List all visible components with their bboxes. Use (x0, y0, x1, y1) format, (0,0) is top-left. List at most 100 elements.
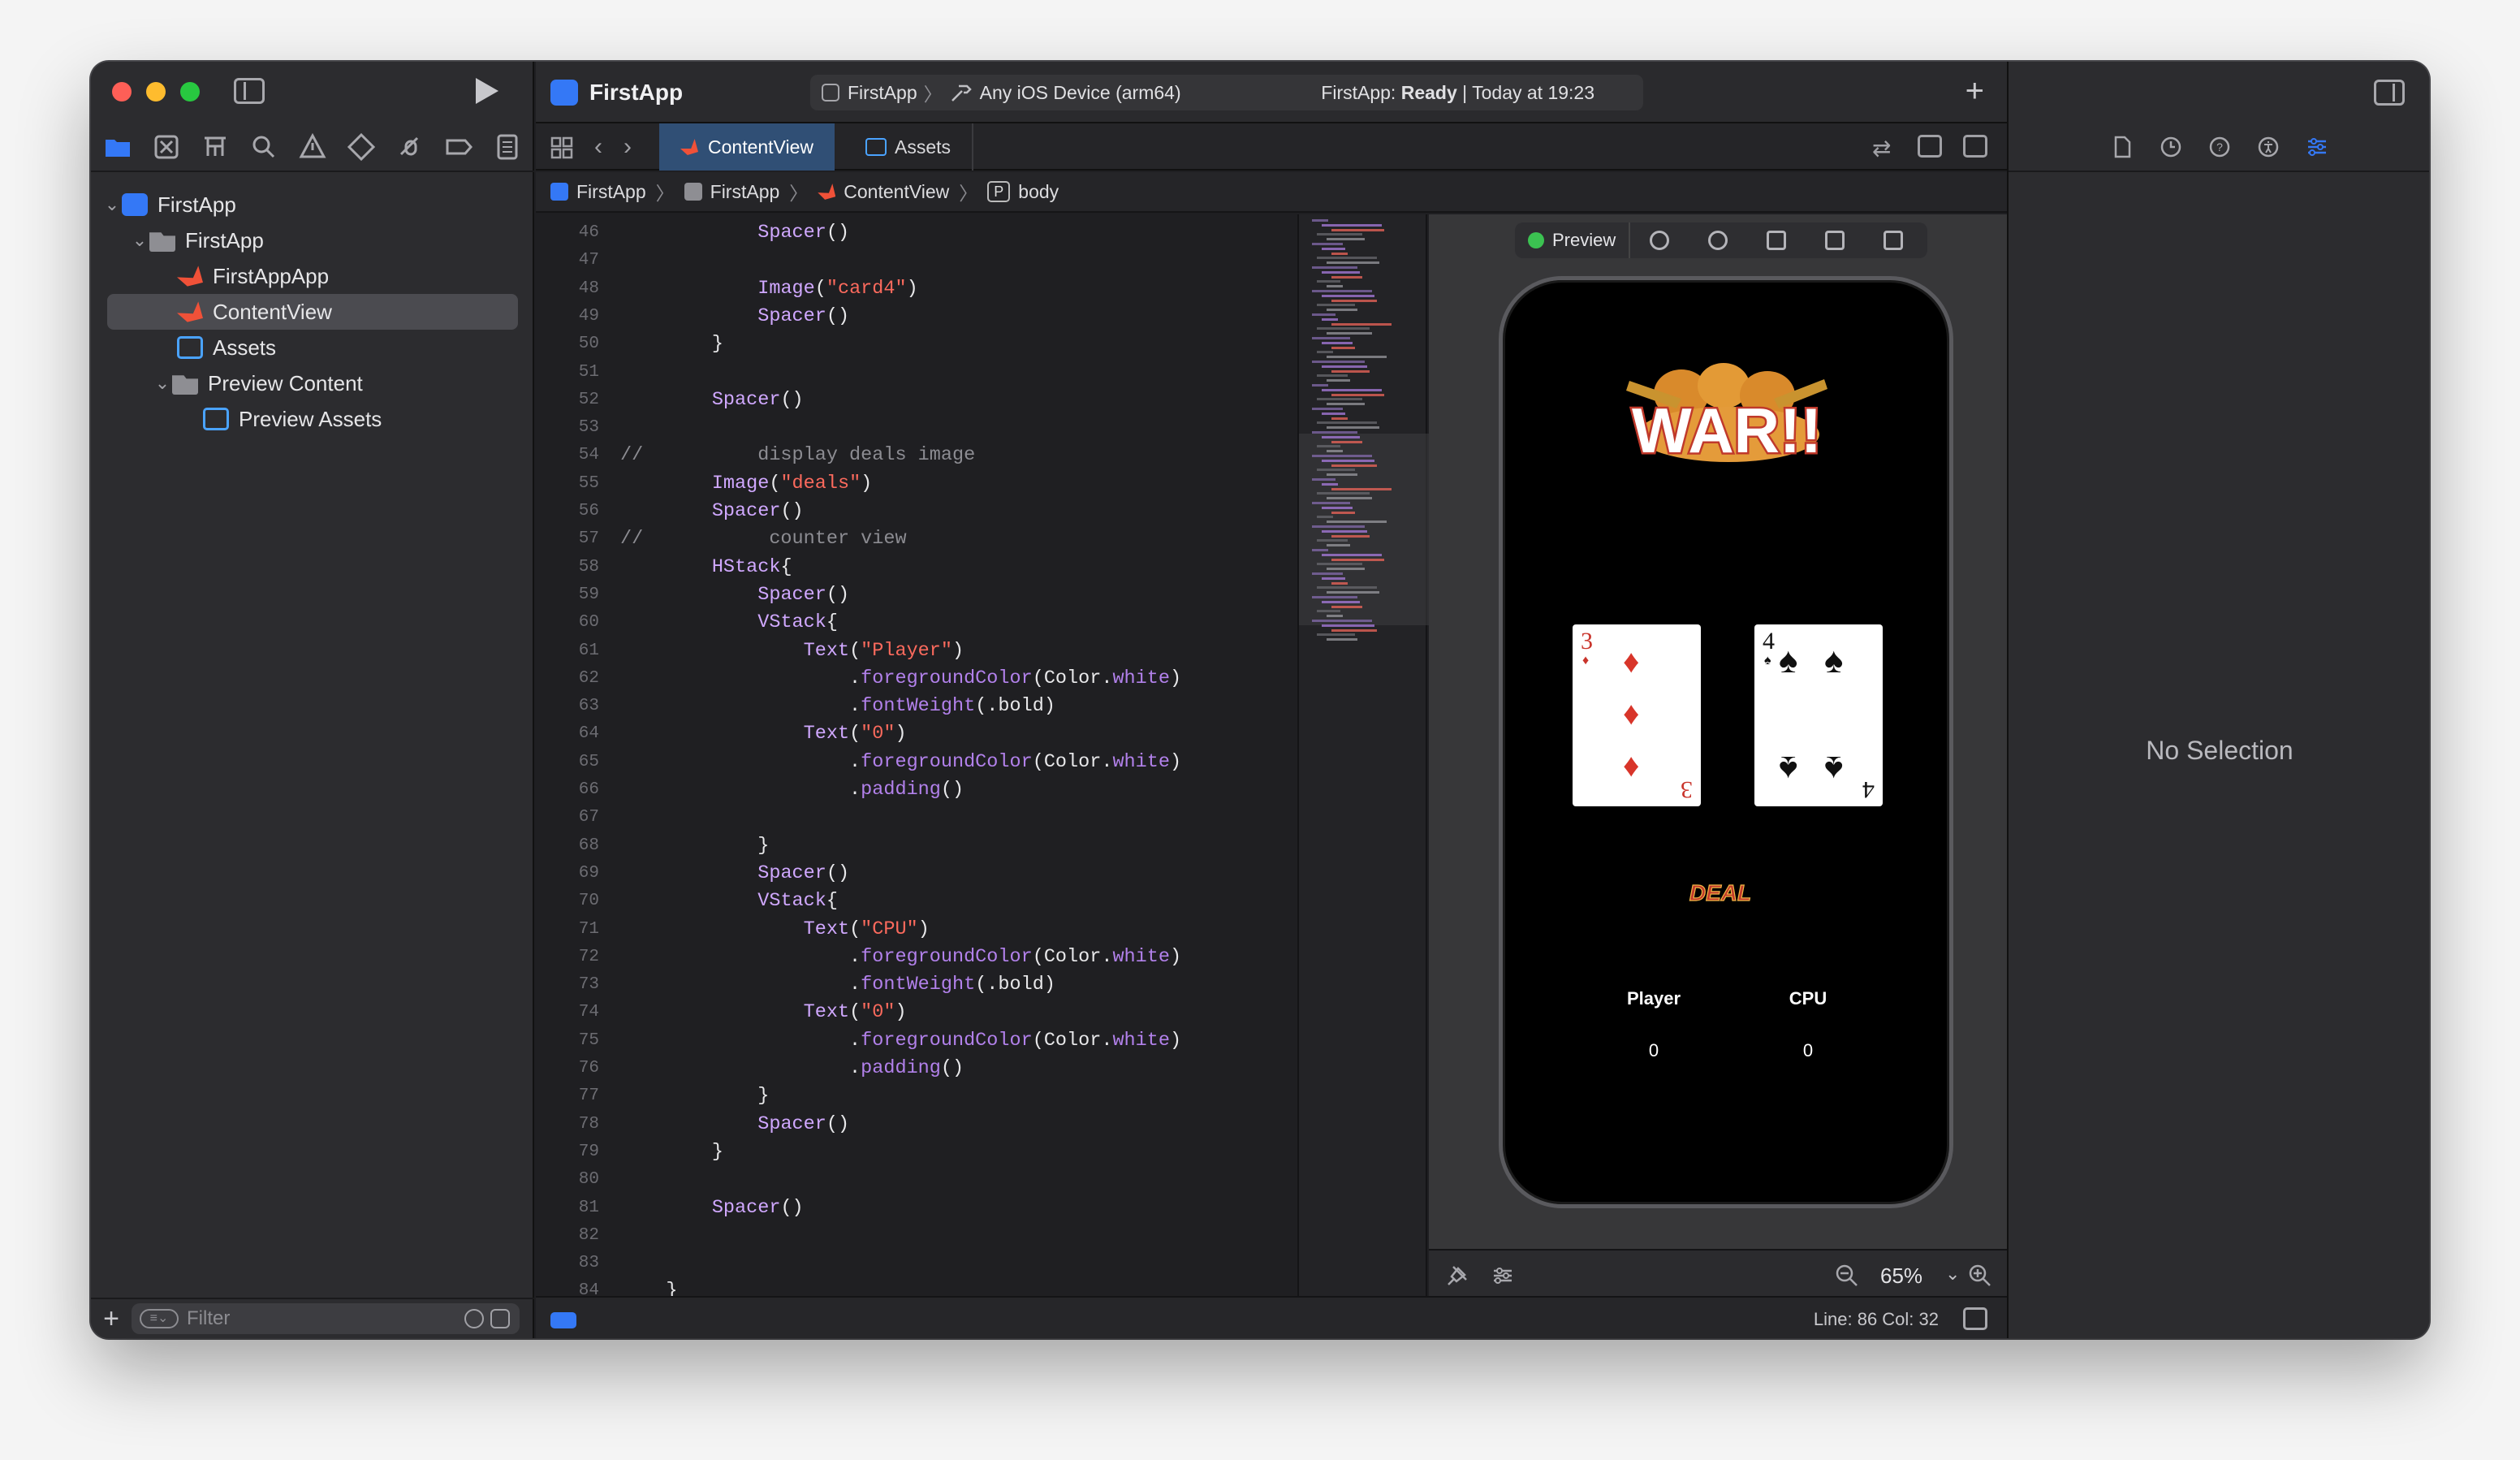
minimize-window-button[interactable] (146, 82, 166, 102)
chevron-down-icon[interactable]: ⌄ (130, 230, 149, 251)
code-line[interactable]: 54 // display deals image (536, 442, 1296, 469)
code-line[interactable]: 70 VStack{ (536, 888, 1296, 915)
code-line[interactable]: 75 .foregroundColor(Color.white) (536, 1027, 1296, 1055)
zoom-out-icon[interactable] (1835, 1263, 1859, 1288)
breakpoint-icon[interactable] (443, 132, 474, 162)
close-window-button[interactable] (112, 82, 132, 102)
debug-area-indicator[interactable] (550, 1312, 576, 1328)
code-line[interactable]: 77 } (536, 1082, 1296, 1110)
tab-contentview[interactable]: ContentView (659, 123, 835, 171)
debug-icon[interactable] (395, 132, 425, 162)
code-line[interactable]: 48 Image("card4") (536, 275, 1296, 303)
pin-icon[interactable] (1445, 1263, 1469, 1288)
code-line[interactable]: 80 (536, 1166, 1296, 1194)
code-line[interactable]: 81 Spacer() (536, 1194, 1296, 1222)
file-inspector-icon[interactable] (2110, 135, 2134, 159)
attributes-inspector-icon[interactable] (2305, 135, 2329, 159)
issue-warning-icon[interactable] (297, 132, 328, 162)
tree-item-project[interactable]: ⌄ FirstApp (91, 187, 534, 222)
zoom-in-icon[interactable] (1968, 1263, 1992, 1288)
code-line[interactable]: 52 Spacer() (536, 387, 1296, 414)
tree-item-folder[interactable]: ⌄ FirstApp (91, 222, 534, 258)
code-line[interactable]: 79 } (536, 1138, 1296, 1166)
code-line[interactable]: 55 Image("deals") (536, 470, 1296, 498)
editor-options-icon[interactable] (1918, 135, 1942, 158)
code-line[interactable]: 51 (536, 359, 1296, 387)
test-diamond-icon[interactable] (346, 132, 377, 162)
forward-arrow-icon[interactable]: › (624, 133, 632, 161)
rotate-icon[interactable] (1747, 222, 1806, 258)
code-line[interactable]: 73 .fontWeight(.bold) (536, 971, 1296, 999)
search-icon[interactable] (248, 132, 279, 162)
tree-item-assets[interactable]: Assets (91, 330, 534, 365)
tree-item-file-selected[interactable]: ContentView (107, 294, 518, 330)
tree-item-assets[interactable]: Preview Assets (91, 401, 534, 437)
code-line[interactable]: 60 VStack{ (536, 609, 1296, 637)
report-icon[interactable] (492, 132, 523, 162)
breadcrumb-file[interactable]: ContentView (818, 181, 949, 203)
help-icon[interactable]: ? (2207, 135, 2232, 159)
adjust-settings-icon[interactable] (1491, 1263, 1515, 1288)
recent-files-icon[interactable] (464, 1309, 484, 1328)
breadcrumb-folder[interactable]: FirstApp (684, 181, 779, 203)
run-button[interactable] (476, 78, 498, 104)
source-control-filter-icon[interactable] (490, 1309, 510, 1328)
live-preview-icon[interactable] (1630, 222, 1689, 258)
toggle-debug-area-icon[interactable] (1963, 1307, 1987, 1330)
tree-item-file[interactable]: FirstAppApp (91, 258, 534, 294)
zoom-level[interactable]: 65% (1880, 1263, 1922, 1289)
code-line[interactable]: 59 Spacer() (536, 581, 1296, 609)
filter-input[interactable]: ≡⌄ Filter (132, 1303, 520, 1334)
chevron-down-icon[interactable]: ⌄ (1945, 1263, 1960, 1285)
source-control-icon[interactable] (151, 132, 182, 162)
folder-icon[interactable] (102, 132, 133, 162)
code-line[interactable]: 49 Spacer() (536, 303, 1296, 330)
inspector-toggle-icon[interactable] (2374, 80, 2405, 106)
symbol-navigator-icon[interactable] (200, 132, 231, 162)
deal-button-image[interactable]: DEAL (1680, 876, 1764, 909)
sidebar-toggle-icon[interactable] (234, 78, 265, 104)
back-arrow-icon[interactable]: ‹ (594, 133, 602, 161)
zoom-window-button[interactable] (180, 82, 200, 102)
code-line[interactable]: 65 .foregroundColor(Color.white) (536, 749, 1296, 776)
code-line[interactable]: 68 } (536, 832, 1296, 860)
code-line[interactable]: 63 .fontWeight(.bold) (536, 693, 1296, 720)
grid-icon[interactable] (550, 136, 573, 159)
tree-item-folder[interactable]: ⌄ Preview Content (91, 365, 534, 401)
code-line[interactable]: 78 Spacer() (536, 1111, 1296, 1138)
code-line[interactable]: 50 } (536, 330, 1296, 358)
code-line[interactable]: 84 } (536, 1277, 1296, 1296)
accessibility-icon[interactable] (2256, 135, 2281, 159)
code-line[interactable]: 57 // counter view (536, 525, 1296, 553)
code-line[interactable]: 83 (536, 1250, 1296, 1277)
code-line[interactable]: 76 .padding() (536, 1055, 1296, 1082)
chevron-down-icon[interactable]: ⌄ (153, 373, 172, 394)
add-file-button[interactable]: + (91, 1303, 132, 1335)
code-line[interactable]: 46 Spacer() (536, 219, 1296, 247)
code-line[interactable]: 61 Text("Player") (536, 637, 1296, 665)
split-editor-icon[interactable] (1963, 135, 1987, 158)
history-icon[interactable] (2159, 135, 2183, 159)
scheme-device[interactable]: Any iOS Device (arm64) (980, 82, 1181, 104)
code-line[interactable]: 66 .padding() (536, 776, 1296, 804)
code-line[interactable]: 62 .foregroundColor(Color.white) (536, 665, 1296, 693)
code-line[interactable]: 64 Text("0") (536, 720, 1296, 748)
code-line[interactable]: 56 Spacer() (536, 498, 1296, 525)
code-line[interactable]: 67 (536, 804, 1296, 832)
filter-icon[interactable]: ≡⌄ (140, 1309, 179, 1328)
device-settings-icon[interactable] (1806, 222, 1864, 258)
duplicate-preview-icon[interactable] (1864, 222, 1922, 258)
related-items-icon[interactable]: ⇄ (1872, 135, 1896, 161)
breadcrumb-project[interactable]: FirstApp (550, 181, 646, 203)
code-line[interactable]: 69 Spacer() (536, 860, 1296, 888)
code-line[interactable]: 47 (536, 247, 1296, 274)
breadcrumb-symbol[interactable]: P body (987, 181, 1059, 203)
code-line[interactable]: 53 (536, 414, 1296, 442)
selectable-mode-icon[interactable] (1689, 222, 1747, 258)
preview-button[interactable]: Preview (1515, 222, 1631, 258)
chevron-down-icon[interactable]: ⌄ (102, 194, 122, 215)
scheme-status-bar[interactable]: FirstApp 〉 Any iOS Device (arm64) FirstA… (810, 75, 1643, 110)
scheme-selector[interactable]: FirstApp 〉 Any iOS Device (arm64) (810, 79, 1181, 106)
code-line[interactable]: 82 (536, 1222, 1296, 1250)
code-line[interactable]: 72 .foregroundColor(Color.white) (536, 944, 1296, 971)
